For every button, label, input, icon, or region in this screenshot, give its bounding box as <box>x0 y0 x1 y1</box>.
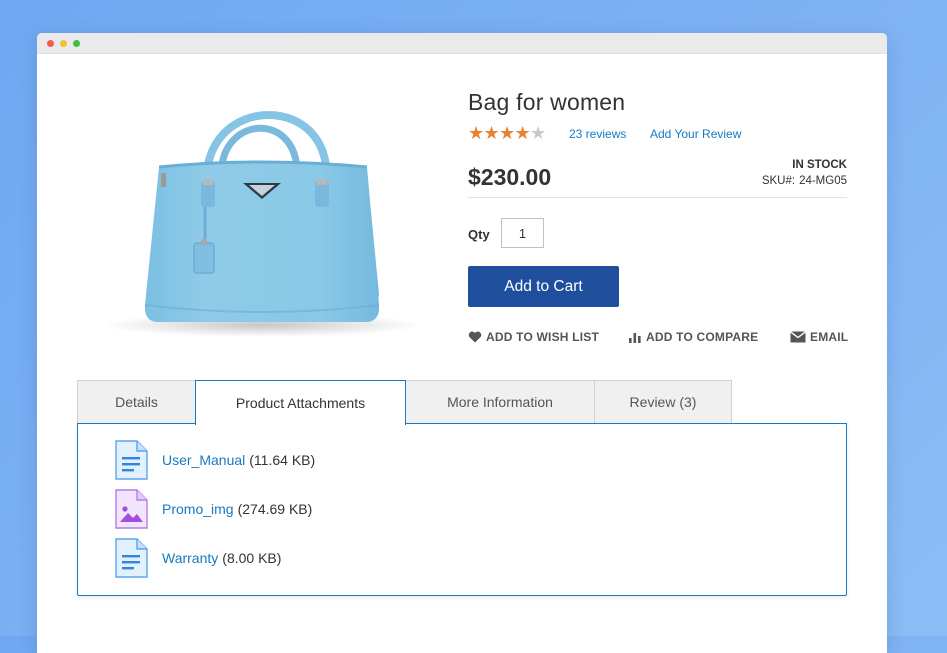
envelope-icon <box>790 331 806 343</box>
window-titlebar <box>37 33 887 54</box>
minimize-window-dot[interactable] <box>60 40 67 47</box>
sku-label: SKU#: <box>761 175 796 187</box>
attachment-item[interactable]: Warranty (8.00 KB) <box>114 538 281 578</box>
add-review-link[interactable]: Add Your Review <box>650 127 741 141</box>
rating-stars: ★ ★ ★ ★ ★ <box>468 124 546 142</box>
attachment-size: (274.69 KB) <box>237 501 313 517</box>
tab-more-information[interactable]: More Information <box>405 380 595 423</box>
star-filled-icon: ★ <box>499 123 516 143</box>
product-price: $230.00 <box>468 164 552 190</box>
qty-input[interactable] <box>501 218 544 248</box>
attachment-size: (8.00 KB) <box>222 550 282 566</box>
attachment-link[interactable]: Promo_img <box>162 501 234 517</box>
maximize-window-dot[interactable] <box>73 40 80 47</box>
product-rating[interactable]: ★ ★ ★ ★ ★ <box>468 124 546 142</box>
compare-label: ADD TO COMPARE <box>646 330 759 344</box>
star-filled-icon: ★ <box>483 123 500 143</box>
tab-details[interactable]: Details <box>77 380 196 423</box>
wishlist-label: ADD TO WISH LIST <box>486 330 599 344</box>
tab-label: Product Attachments <box>235 395 366 411</box>
add-to-cart-button[interactable]: Add to Cart <box>468 266 619 307</box>
document-icon <box>115 440 148 480</box>
image-file-icon <box>115 489 148 529</box>
product-image[interactable] <box>97 95 427 345</box>
sku-value: 24-MG05 <box>799 175 847 187</box>
tab-review[interactable]: Review (3) <box>594 380 732 423</box>
stock-status: IN STOCK <box>792 159 847 171</box>
product-sku: SKU#: 24-MG05 <box>762 175 847 187</box>
close-window-dot[interactable] <box>47 40 54 47</box>
tab-label: Details <box>115 394 158 410</box>
qty-label: Qty <box>468 227 490 242</box>
email-label: EMAIL <box>810 330 849 344</box>
tab-product-attachments[interactable]: Product Attachments <box>195 380 406 425</box>
attachment-link[interactable]: User_Manual <box>162 452 245 468</box>
attachment-item[interactable]: User_Manual (11.64 KB) <box>114 440 315 480</box>
attachment-link[interactable]: Warranty <box>162 550 218 566</box>
add-to-wishlist-link[interactable]: ADD TO WISH LIST <box>468 330 599 344</box>
document-icon <box>115 538 148 578</box>
attachment-item[interactable]: Promo_img (274.69 KB) <box>114 489 312 529</box>
star-filled-icon: ★ <box>514 123 531 143</box>
attachment-size: (11.64 KB) <box>249 452 316 468</box>
reviews-link[interactable]: 23 reviews <box>569 127 626 141</box>
heart-icon <box>468 331 482 343</box>
star-filled-icon: ★ <box>468 123 485 143</box>
browser-window: Bag for women ★ ★ ★ ★ ★ 23 reviews Add Y… <box>37 33 887 653</box>
bar-chart-icon <box>629 333 641 343</box>
star-empty-icon: ★ <box>530 123 547 143</box>
attachments-panel: User_Manual (11.64 KB) Promo_img (274.69… <box>77 423 847 596</box>
tab-label: More Information <box>447 394 553 410</box>
divider <box>468 197 847 198</box>
tab-label: Review (3) <box>629 394 697 410</box>
product-title: Bag for women <box>468 89 626 115</box>
add-to-compare-link[interactable]: ADD TO COMPARE <box>628 330 758 344</box>
email-link[interactable]: EMAIL <box>790 330 848 344</box>
